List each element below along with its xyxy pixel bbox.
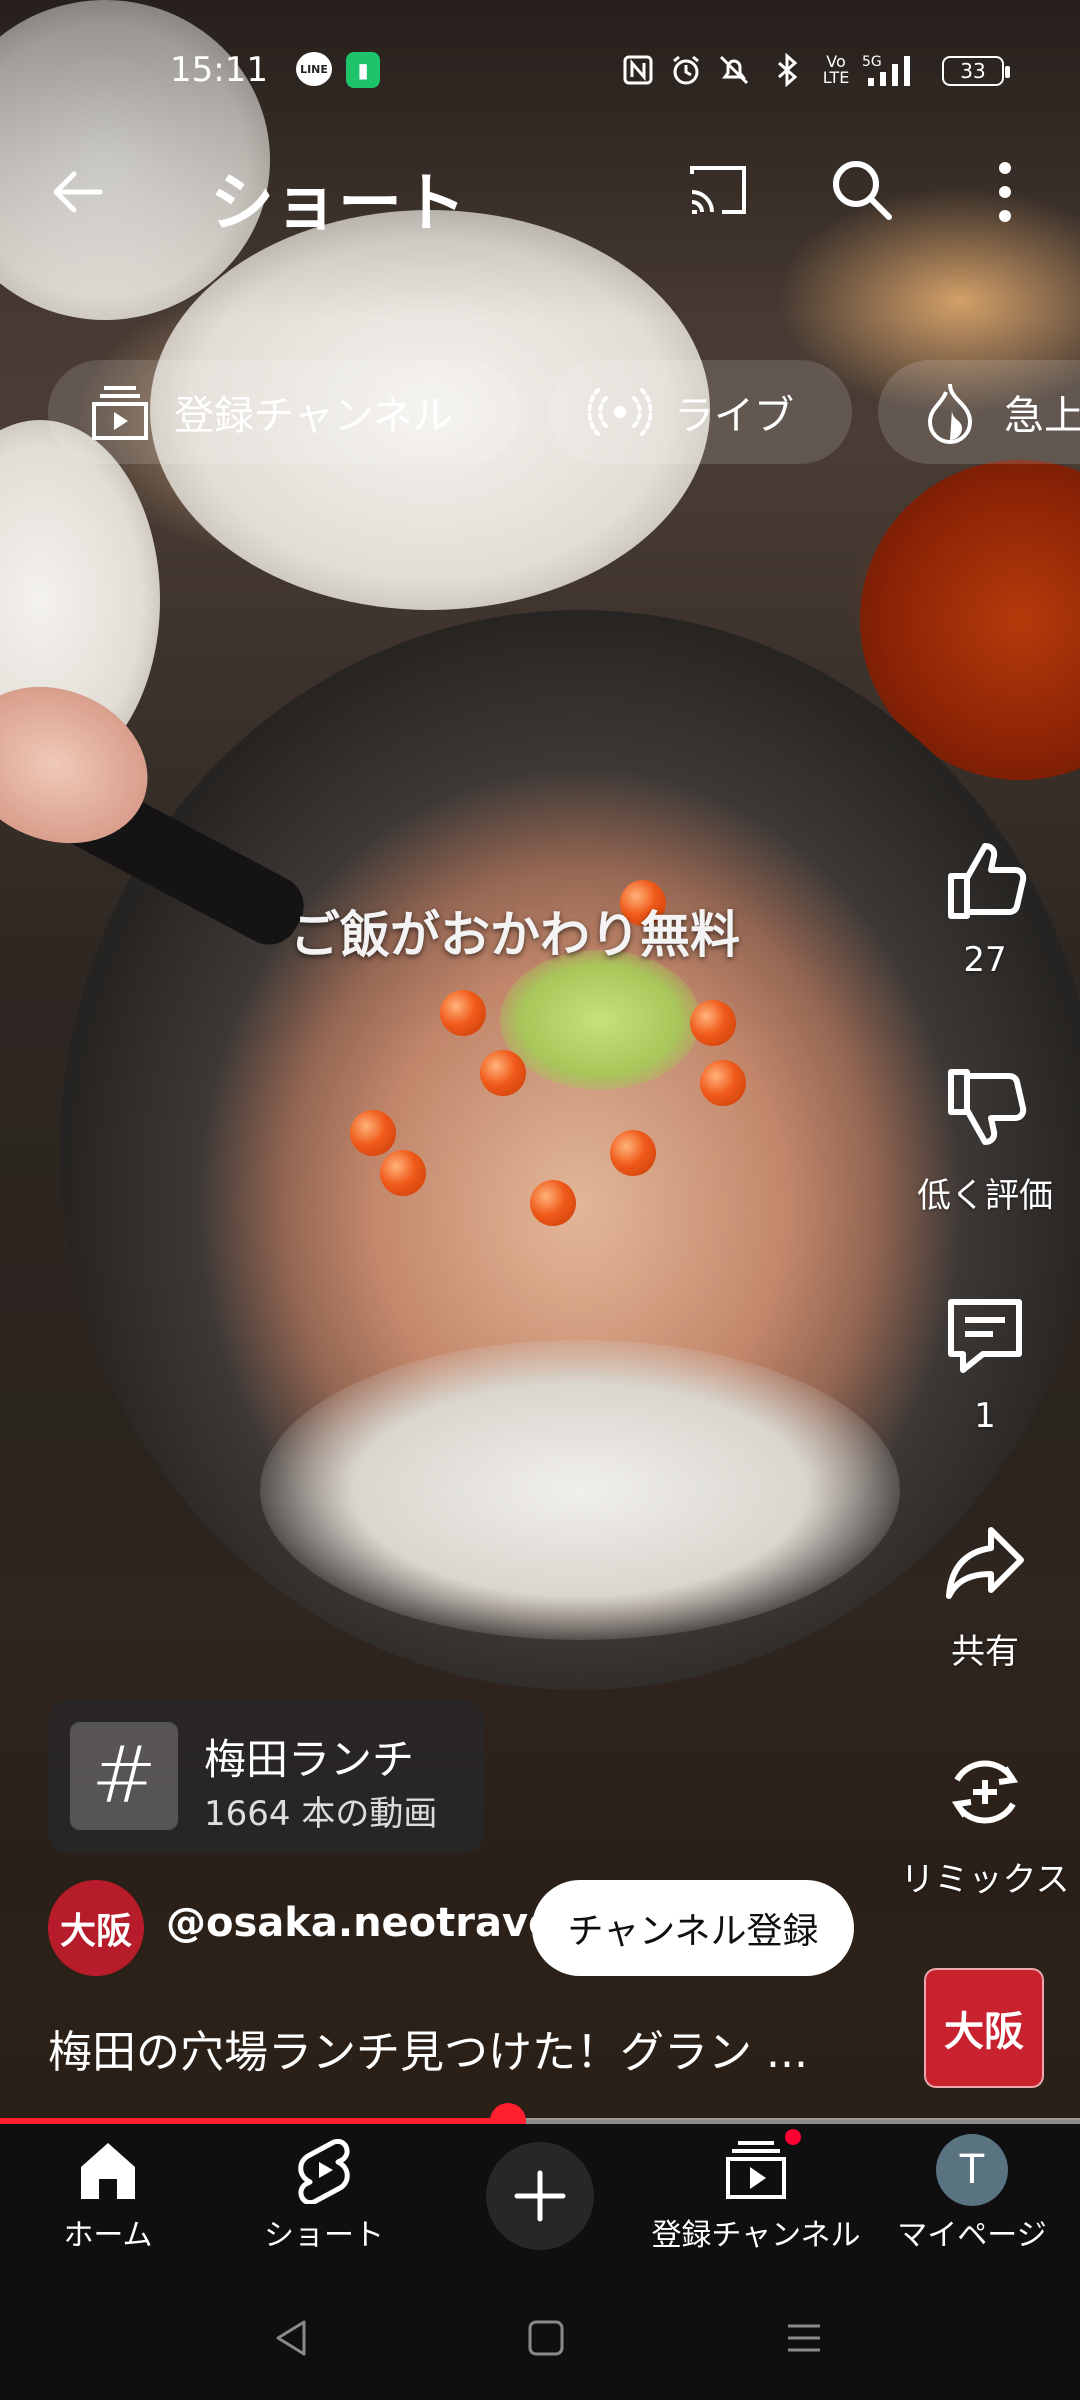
remix-label: リミックス xyxy=(900,1860,1070,1900)
live-icon xyxy=(588,380,652,444)
volte-icon: Vo LTE xyxy=(822,52,850,87)
nav-label: ホーム xyxy=(63,2218,153,2253)
svg-text:5G: 5G xyxy=(862,54,882,70)
wasabi xyxy=(500,950,700,1090)
chip-label: 登録チャンネル xyxy=(174,393,453,439)
line-icon: LINE xyxy=(296,52,332,86)
comments-button[interactable]: 1 xyxy=(885,1286,1080,1436)
status-bar: 15:11 LINE ▮ Vo LTE 5G 33 xyxy=(0,40,1080,104)
video-description[interactable]: 梅田の穴場ランチ見つけた！グラン ... xyxy=(48,2016,888,2080)
thumb-down-icon xyxy=(935,1058,1035,1158)
comment-count: 1 xyxy=(974,1396,996,1436)
5g-signal-icon: 5G xyxy=(862,52,926,88)
share-button[interactable]: 共有 xyxy=(885,1514,1080,1673)
home-square-icon[interactable] xyxy=(516,2308,576,2368)
hashtag-name: 梅田ランチ xyxy=(204,1735,415,1784)
search-icon[interactable] xyxy=(826,154,902,230)
chip-trending[interactable]: 急上 xyxy=(878,360,1080,464)
bottom-navigation: ホーム ショート 登録チャンネル T マイページ xyxy=(0,2124,1080,2268)
like-count: 27 xyxy=(963,940,1007,980)
roe xyxy=(700,1060,746,1106)
hashtag-video-count: 1664 本の動画 xyxy=(204,1794,438,1834)
chip-subscriptions[interactable]: 登録チャンネル xyxy=(48,360,520,464)
cast-icon[interactable] xyxy=(684,160,754,224)
nfc-icon xyxy=(620,52,656,88)
hashtag-icon: # xyxy=(70,1722,178,1830)
mute-icon xyxy=(714,52,754,88)
battery-icon: 33 xyxy=(942,56,1010,86)
home-icon xyxy=(72,2134,144,2206)
subscribe-button[interactable]: チャンネル登録 xyxy=(532,1880,854,1976)
chip-live[interactable]: ライブ xyxy=(548,360,852,464)
channel-avatar[interactable]: 大阪 xyxy=(48,1880,144,1976)
chip-label: 急上 xyxy=(1004,393,1080,439)
battery-saver-icon: ▮ xyxy=(346,52,380,88)
recents-menu-icon[interactable] xyxy=(774,2308,834,2368)
share-label: 共有 xyxy=(951,1632,1019,1672)
rice xyxy=(260,1340,900,1640)
dislike-label: 低く評価 xyxy=(917,1176,1053,1216)
avatar: T xyxy=(936,2134,1008,2206)
page-title: ショート xyxy=(210,167,466,241)
back-arrow-icon[interactable] xyxy=(46,162,116,222)
notification-dot xyxy=(782,2126,804,2148)
sound-thumbnail[interactable]: 大阪 xyxy=(924,1968,1044,2088)
roe xyxy=(440,990,486,1036)
profile-avatar: T xyxy=(936,2134,1008,2206)
top-app-bar: ショート xyxy=(0,140,1080,241)
back-triangle-icon[interactable] xyxy=(262,2308,322,2368)
roe xyxy=(530,1180,576,1226)
nav-label: マイページ xyxy=(897,2218,1047,2253)
roe xyxy=(690,1000,736,1046)
share-icon xyxy=(935,1514,1035,1614)
video-caption-overlay: ご飯がおかわり無料 xyxy=(290,906,740,964)
subscriptions-icon xyxy=(88,380,152,444)
bluetooth-icon xyxy=(772,52,802,88)
remix-icon xyxy=(935,1742,1035,1842)
subscriptions-icon xyxy=(720,2126,804,2206)
remix-button[interactable]: リミックス xyxy=(885,1742,1080,1901)
roe xyxy=(480,1050,526,1096)
comment-icon xyxy=(935,1286,1035,1386)
like-button[interactable]: 27 xyxy=(885,830,1080,980)
roe xyxy=(380,1150,426,1196)
nav-label: ショート xyxy=(264,2218,384,2253)
channel-handle[interactable]: @osaka.neotravel xyxy=(166,1900,569,1946)
thumb-up-icon xyxy=(935,830,1035,930)
hashtag-card[interactable]: # 梅田ランチ 1664 本の動画 xyxy=(48,1700,484,1854)
system-navigation-bar xyxy=(0,2268,1080,2400)
chip-label: ライブ xyxy=(674,393,794,439)
feed-chips: 登録チャンネル ライブ 急上 xyxy=(48,360,1080,464)
more-vert-icon[interactable] xyxy=(990,154,1030,230)
nav-home[interactable]: ホーム xyxy=(0,2134,216,2254)
roe xyxy=(610,1130,656,1176)
status-time: 15:11 xyxy=(170,50,268,90)
shorts-icon xyxy=(288,2134,360,2206)
create-plus-icon[interactable] xyxy=(486,2142,594,2250)
trending-icon xyxy=(918,380,982,444)
dislike-button[interactable]: 低く評価 xyxy=(885,1058,1080,1217)
nav-shorts[interactable]: ショート xyxy=(216,2134,432,2254)
nav-label: 登録チャンネル xyxy=(651,2218,861,2253)
nav-my-page[interactable]: T マイページ xyxy=(864,2134,1080,2254)
nav-subscriptions[interactable]: 登録チャンネル xyxy=(648,2126,864,2254)
alarm-icon xyxy=(668,52,704,88)
roe xyxy=(350,1110,396,1156)
